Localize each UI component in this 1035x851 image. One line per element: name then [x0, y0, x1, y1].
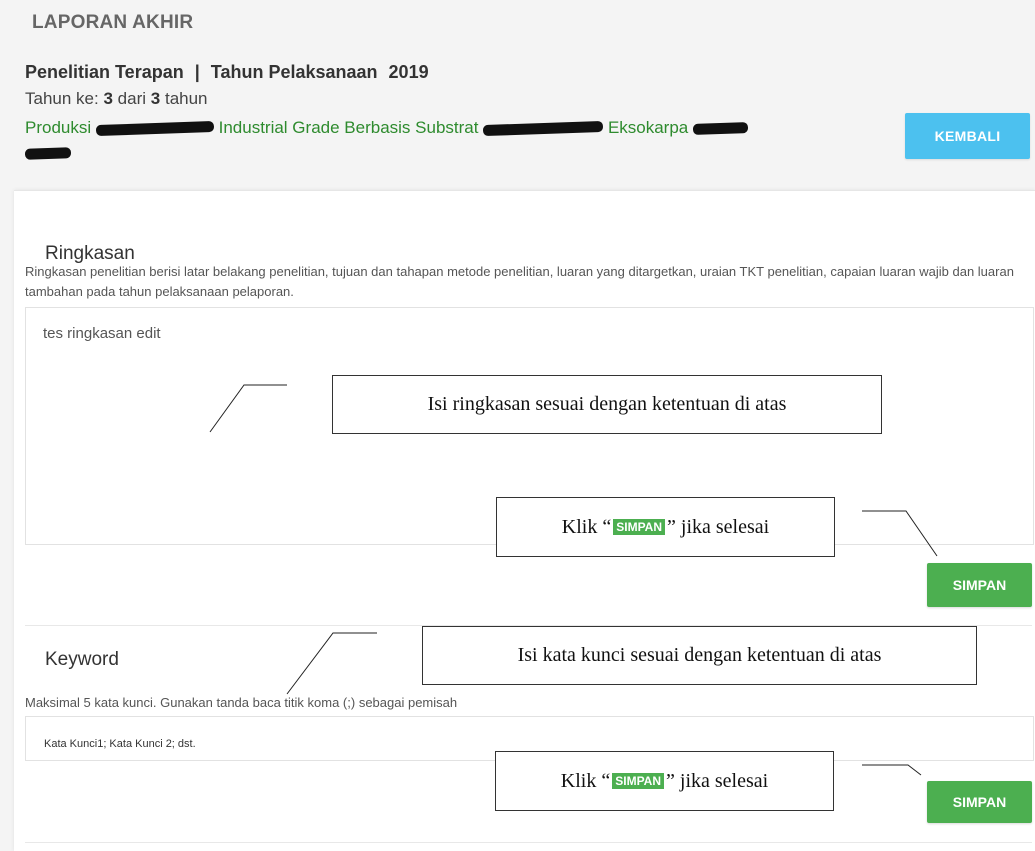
summary-annotation: Isi ringkasan sesuai dengan ketentuan di… — [332, 375, 882, 434]
keyword-annotation: Isi kata kunci sesuai dengan ketentuan d… — [422, 626, 977, 685]
click-prefix: Klik “ — [560, 769, 611, 792]
summary-click-annotation: Klik “SIMPAN” jika selesai — [496, 497, 835, 557]
keyword-click-line — [862, 764, 922, 776]
click-prefix: Klik “ — [561, 515, 612, 538]
simpan-badge: SIMPAN — [613, 519, 666, 535]
simpan-badge: SIMPAN — [612, 773, 665, 789]
summary-note-line — [209, 384, 287, 433]
keyword-click-annotation: Klik “SIMPAN” jika selesai — [495, 751, 834, 811]
click-suffix: ” jika selesai — [667, 515, 770, 538]
click-suffix: ” jika selesai — [666, 769, 769, 792]
keyword-note-line — [286, 632, 377, 695]
summary-click-line — [862, 510, 938, 557]
